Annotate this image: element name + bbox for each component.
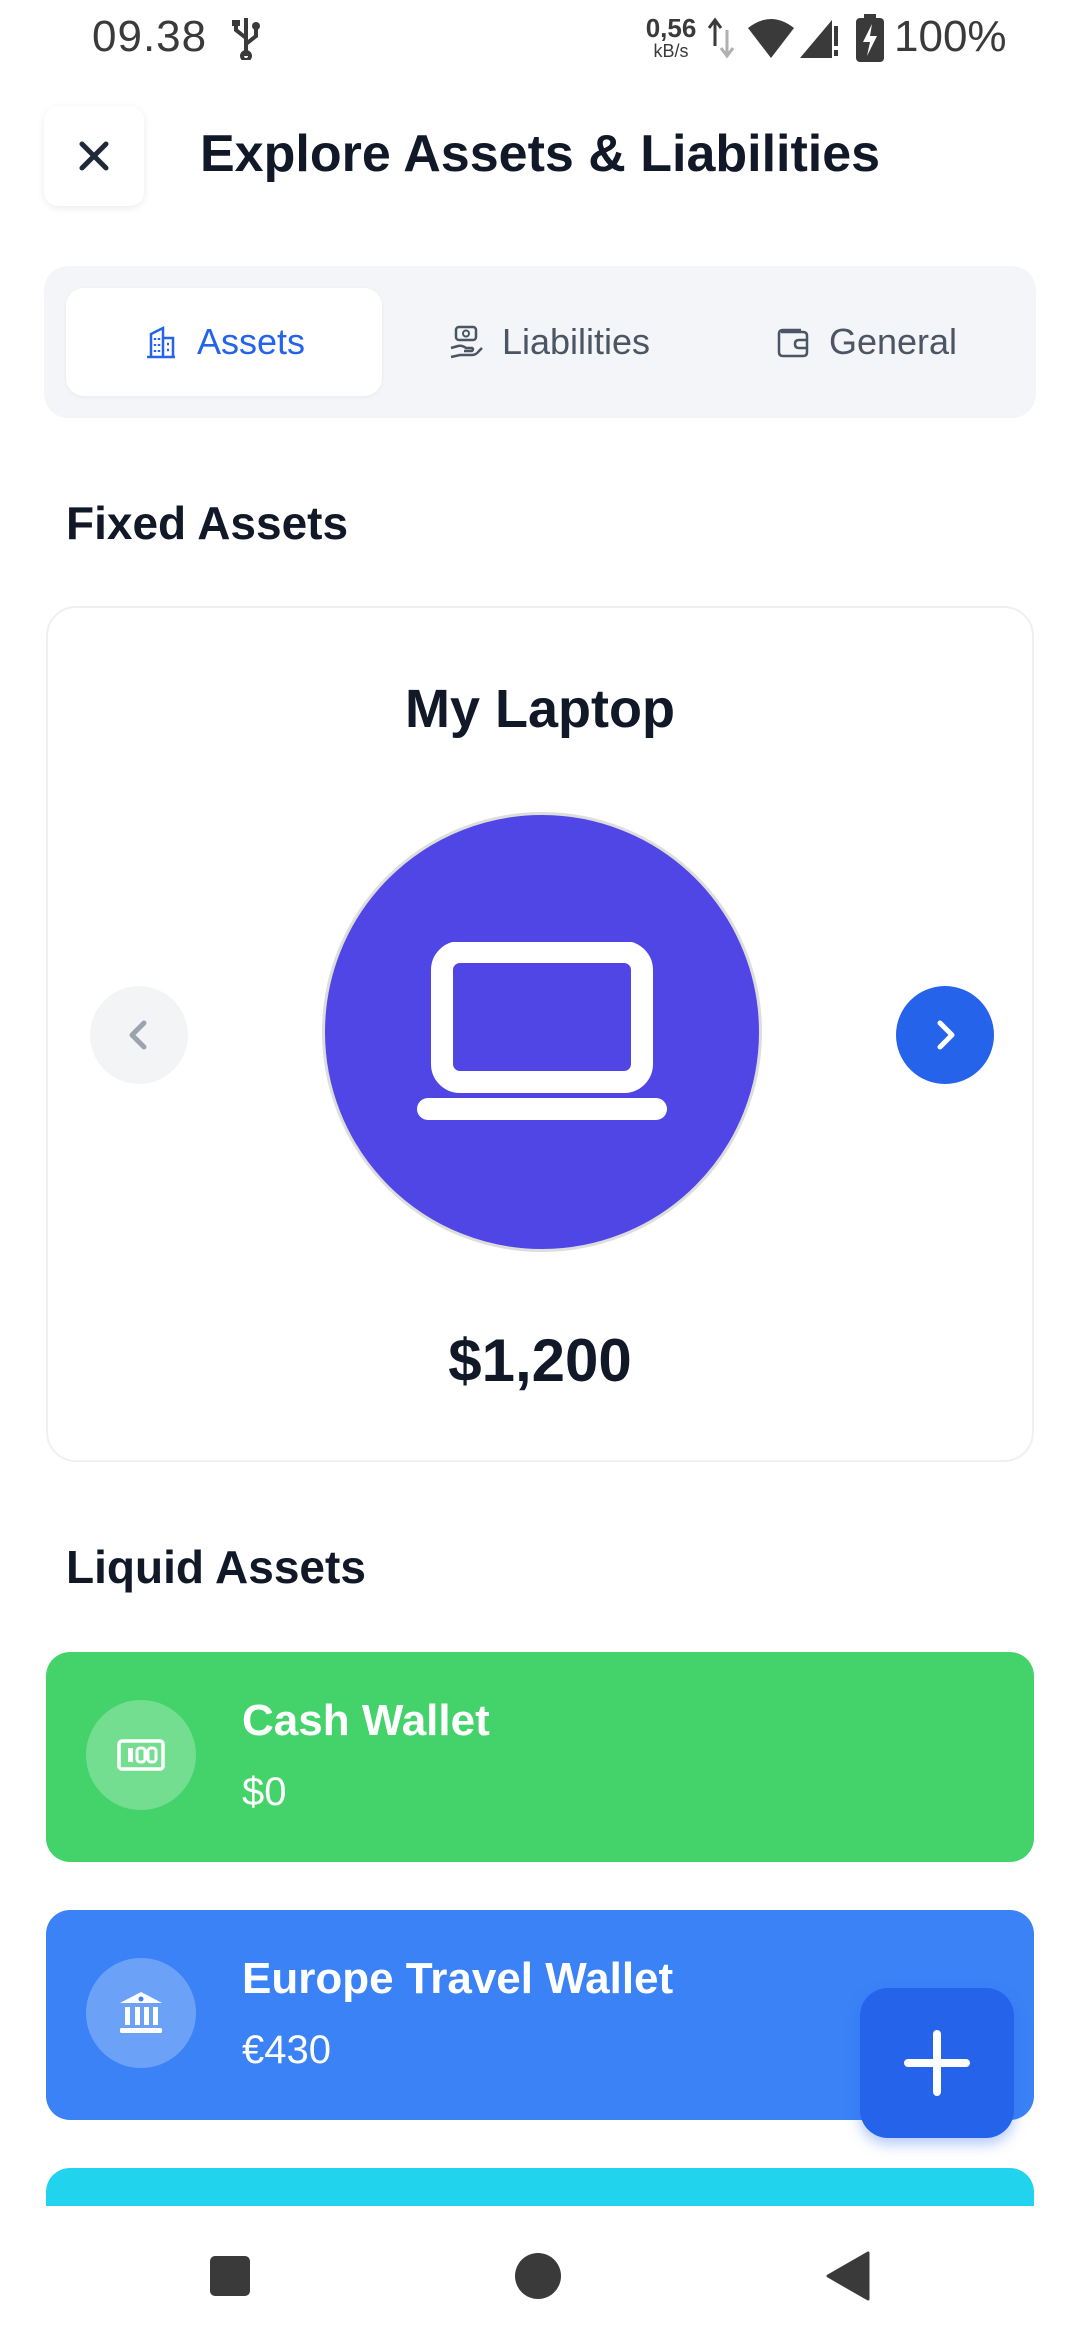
cash-icon bbox=[117, 1739, 165, 1771]
wallet-icon bbox=[777, 328, 809, 358]
asset-image bbox=[322, 812, 762, 1252]
wallet-name: Cash Wallet bbox=[242, 1696, 490, 1745]
page-title: Explore Assets & Liabilities bbox=[200, 125, 881, 183]
wallet-name: Europe Travel Wallet bbox=[242, 1954, 674, 2003]
battery-level: 100% bbox=[894, 12, 1007, 61]
back-triangle-icon bbox=[826, 2251, 870, 2301]
section-title-liquid-assets: Liquid Assets bbox=[66, 1541, 366, 1593]
close-button[interactable] bbox=[44, 106, 144, 206]
status-time: 09.38 bbox=[92, 12, 208, 61]
previous-asset-button[interactable] bbox=[90, 986, 188, 1084]
wallet-value: $0 bbox=[242, 1770, 287, 1814]
wallet-icon-container bbox=[86, 1700, 196, 1810]
wallet-card-cash[interactable]: Cash Wallet $0 bbox=[46, 1652, 1034, 1862]
asset-value: $1,200 bbox=[448, 1327, 632, 1394]
wifi-icon bbox=[748, 19, 794, 58]
close-icon bbox=[79, 141, 109, 171]
hand-money-icon bbox=[450, 325, 483, 359]
tab-label: Assets bbox=[196, 321, 306, 362]
battery-charging-icon bbox=[856, 14, 884, 62]
wallet-value: €430 bbox=[242, 2028, 331, 2072]
square-icon bbox=[210, 2256, 250, 2296]
chevron-left-icon bbox=[129, 1020, 147, 1050]
plus-icon bbox=[904, 2030, 970, 2096]
back-button[interactable] bbox=[818, 2246, 878, 2306]
home-button[interactable] bbox=[508, 2246, 568, 2306]
fixed-asset-card[interactable]: My Laptop $1,200 bbox=[46, 606, 1034, 1462]
laptop-icon bbox=[417, 942, 667, 1120]
tab-bar: Assets Liabilities General bbox=[44, 266, 1036, 418]
network-speed: 0,56 kB/s bbox=[645, 13, 697, 61]
asset-name: My Laptop bbox=[405, 679, 675, 739]
signal-icon bbox=[800, 20, 838, 58]
usb-icon bbox=[232, 18, 260, 60]
add-asset-button[interactable] bbox=[860, 1988, 1014, 2138]
data-transfer-icon bbox=[707, 17, 735, 59]
recents-button[interactable] bbox=[200, 2246, 260, 2306]
bank-icon bbox=[120, 1992, 162, 2033]
tab-liabilities[interactable]: Liabilities bbox=[394, 288, 704, 396]
tab-label: Liabilities bbox=[501, 321, 651, 362]
building-icon bbox=[146, 325, 175, 359]
system-navigation-bar bbox=[0, 2206, 1080, 2340]
wallet-icon-container bbox=[86, 1958, 196, 2068]
tab-label: General bbox=[828, 321, 958, 362]
circle-icon bbox=[515, 2253, 561, 2299]
tab-assets[interactable]: Assets bbox=[66, 288, 382, 396]
status-bar: 09.38 0,56 kB/s 100% bbox=[0, 0, 1080, 80]
chevron-right-icon bbox=[937, 1020, 955, 1050]
tab-general[interactable]: General bbox=[716, 288, 1016, 396]
section-title-fixed-assets: Fixed Assets bbox=[66, 497, 349, 549]
next-asset-button[interactable] bbox=[896, 986, 994, 1084]
